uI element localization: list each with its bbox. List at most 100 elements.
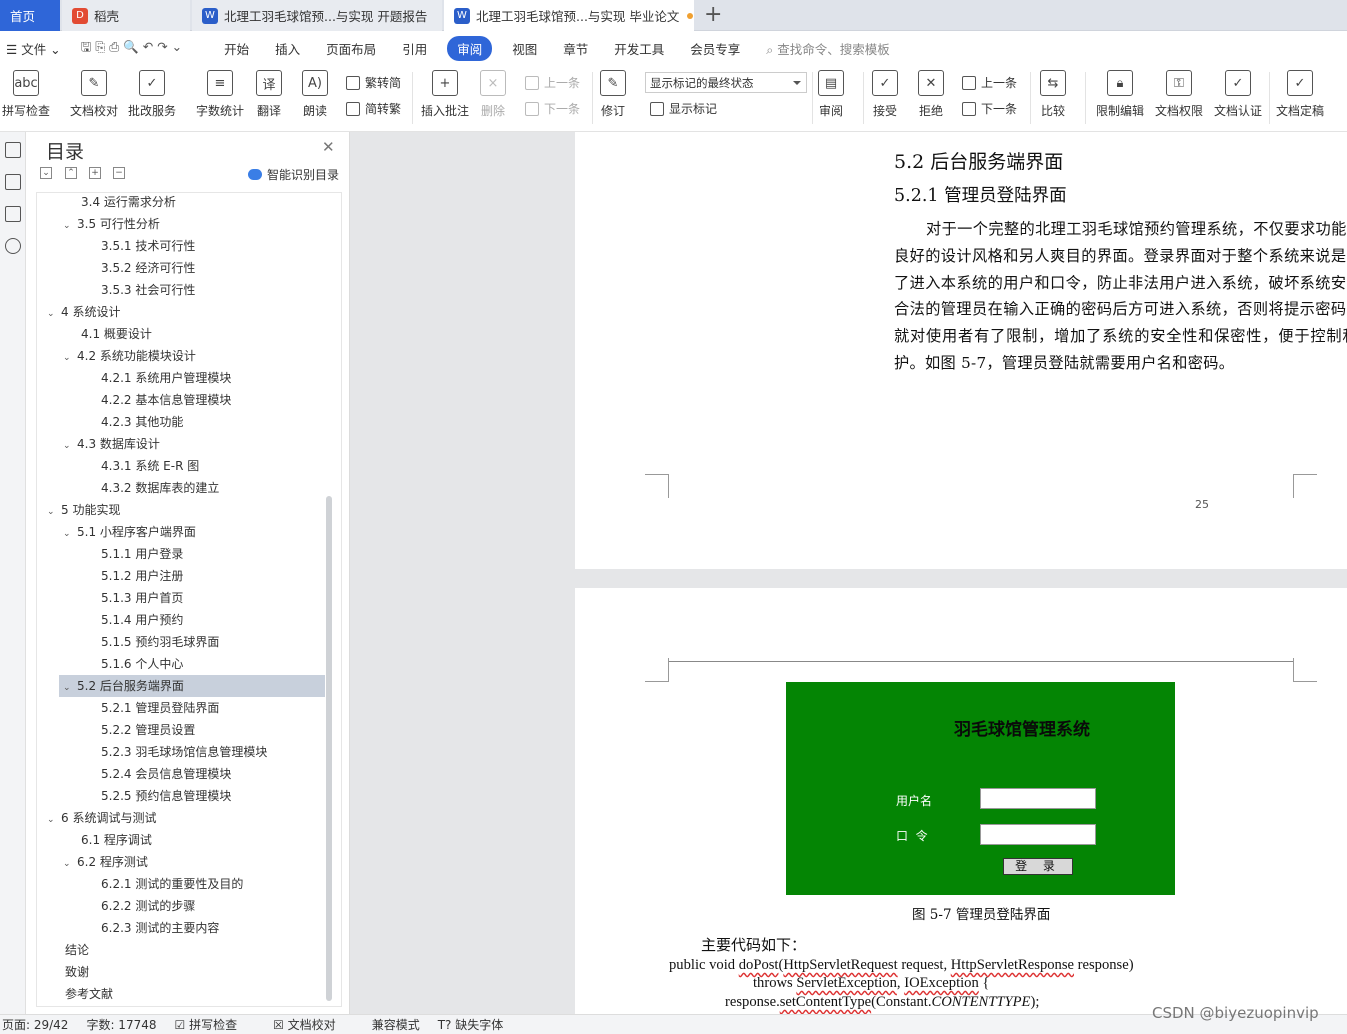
toc-item[interactable]: 参考文献: [37, 983, 327, 1005]
menu-review[interactable]: 审阅: [447, 35, 493, 61]
status-proof[interactable]: ☒ 文档校对: [273, 1016, 354, 1033]
menu-view[interactable]: 视图: [512, 39, 537, 58]
chevron-down-icon[interactable]: ⌄: [63, 215, 77, 237]
show-marks-button[interactable]: 显示标记: [650, 100, 717, 117]
toc-item[interactable]: ⌄ 3.5 可行性分析: [37, 213, 327, 235]
toc-item[interactable]: ⌄ 5 功能实现: [37, 499, 327, 521]
toc-item[interactable]: 5.2.4 会员信息管理模块: [37, 763, 327, 785]
chevron-down-icon[interactable]: ⌄: [47, 303, 61, 325]
next-change-button[interactable]: 下一条: [962, 100, 1017, 117]
tab-proposal-doc[interactable]: W 北理工羽毛球馆预...与实现 开题报告: [192, 0, 442, 31]
trad-to-simp-button[interactable]: 繁转简: [346, 74, 401, 91]
toc-item[interactable]: 5.1.6 个人中心: [37, 653, 327, 675]
menu-developer[interactable]: 开发工具: [614, 39, 664, 58]
finalize-button[interactable]: ✓ 文档定稿: [1276, 70, 1324, 119]
toc-item[interactable]: ⌄ 4.3 数据库设计: [37, 433, 327, 455]
smart-toc-button[interactable]: 智能识别目录: [248, 166, 339, 183]
tab-docer[interactable]: D 稻壳: [62, 0, 190, 31]
tab-home[interactable]: 首页: [0, 0, 60, 31]
prev-comment-button[interactable]: 上一条: [525, 74, 580, 91]
toc-scrollbar[interactable]: [326, 496, 332, 1001]
review-pane-button[interactable]: ▤ 审阅: [818, 70, 844, 119]
menu-member[interactable]: 会员专享: [690, 39, 740, 58]
chevron-down-icon[interactable]: ⌄: [63, 347, 77, 369]
toc-item[interactable]: 5.1.2 用户注册: [37, 565, 327, 587]
toc-item[interactable]: 5.1.1 用户登录: [37, 543, 327, 565]
tab-thesis-doc[interactable]: W 北理工羽毛球馆预...与实现 毕业论文: [444, 0, 694, 31]
toc-item[interactable]: 5.1.5 预约羽毛球界面: [37, 631, 327, 653]
toc-item[interactable]: 5.2.2 管理员设置: [37, 719, 327, 741]
quick-access-icons[interactable]: 🖫 ⎘ ⎙ 🔍 ↶ ↷ ⌄: [81, 38, 182, 59]
expand-up-icon[interactable]: ⌃: [65, 167, 77, 179]
chevron-down-icon[interactable]: ⌄: [63, 677, 77, 699]
remove-heading-icon[interactable]: −: [113, 167, 125, 179]
toc-item[interactable]: ⌄ 4.2 系统功能模块设计: [37, 345, 327, 367]
toc-item[interactable]: 4.3.1 系统 E-R 图: [37, 455, 327, 477]
toc-panel-icon[interactable]: [4, 142, 21, 158]
menu-reference[interactable]: 引用: [402, 39, 427, 58]
toc-item[interactable]: 5.1.4 用户预约: [37, 609, 327, 631]
page-indicator[interactable]: 页面: 29/42: [2, 1016, 68, 1033]
bookmark-icon[interactable]: [4, 206, 21, 222]
toc-item[interactable]: ⌄ 6 系统调试与测试: [37, 807, 327, 829]
toc-item[interactable]: ⌄ 6.2 程序测试: [37, 851, 327, 873]
toc-item[interactable]: ⌄ 5.2 后台服务端界面: [59, 675, 325, 697]
compare-button[interactable]: ⇆ 比较: [1040, 70, 1066, 119]
toc-item[interactable]: 6.1 程序调试: [37, 829, 327, 851]
toc-item[interactable]: 6.2.3 测试的主要内容: [37, 917, 327, 939]
chevron-down-icon[interactable]: ⌄: [47, 809, 61, 831]
collapse-all-icon[interactable]: ⌄: [40, 167, 52, 179]
chevron-down-icon[interactable]: ⌄: [63, 435, 77, 457]
chevron-down-icon[interactable]: ⌄: [63, 853, 77, 875]
markup-display-select[interactable]: 显示标记的最终状态: [645, 72, 807, 93]
doc-rights-button[interactable]: ⚿ 文档权限: [1155, 70, 1203, 119]
word-count-button[interactable]: ≡ 字数统计: [196, 70, 244, 119]
toc-item[interactable]: 4.1 概要设计: [37, 323, 327, 345]
missing-font[interactable]: T? 缺失字体: [438, 1016, 522, 1033]
toc-item[interactable]: 6.2.2 测试的步骤: [37, 895, 327, 917]
toc-item[interactable]: 3.5.2 经济可行性: [37, 257, 327, 279]
restrict-edit-button[interactable]: 🔒︎ 限制编辑: [1096, 70, 1144, 119]
revise-button[interactable]: ✎ 修订: [600, 70, 626, 119]
menu-insert[interactable]: 插入: [275, 39, 300, 58]
toc-item[interactable]: 4.2.3 其他功能: [37, 411, 327, 433]
insert-comment-button[interactable]: + 插入批注: [421, 70, 469, 119]
read-aloud-button[interactable]: A) 朗读: [302, 70, 328, 119]
chevron-down-icon[interactable]: ⌄: [47, 501, 61, 523]
toc-item[interactable]: 5.1.3 用户首页: [37, 587, 327, 609]
next-comment-button[interactable]: 下一条: [525, 100, 580, 117]
toc-item[interactable]: 结论: [37, 939, 327, 961]
toc-item[interactable]: 4.2.1 系统用户管理模块: [37, 367, 327, 389]
menu-start[interactable]: 开始: [224, 39, 249, 58]
close-icon[interactable]: ✕: [322, 138, 335, 156]
toc-item[interactable]: 3.4 运行需求分析: [37, 193, 327, 213]
chevron-down-icon[interactable]: ⌄: [63, 523, 77, 545]
reject-button[interactable]: ✕ 拒绝: [918, 70, 944, 119]
toc-item[interactable]: 4.2.2 基本信息管理模块: [37, 389, 327, 411]
toc-item[interactable]: 4.3.2 数据库表的建立: [37, 477, 327, 499]
word-count[interactable]: 字数: 17748: [86, 1016, 156, 1033]
find-icon[interactable]: [4, 238, 21, 254]
toc-item[interactable]: 3.5.1 技术可行性: [37, 235, 327, 257]
chapter-nav-icon[interactable]: [4, 174, 21, 190]
toc-item[interactable]: 5.2.3 羽毛球场馆信息管理模块: [37, 741, 327, 763]
status-spell-check[interactable]: ☑ 拼写检查: [175, 1016, 256, 1033]
doc-proof-button[interactable]: ✎ 文档校对: [70, 70, 118, 119]
toc-item[interactable]: ⌄ 4 系统设计: [37, 301, 327, 323]
toc-item[interactable]: 6.2.1 测试的重要性及目的: [37, 873, 327, 895]
toc-item[interactable]: 5.2.5 预约信息管理模块: [37, 785, 327, 807]
command-search[interactable]: ⌕ 查找命令、搜索模板: [766, 39, 890, 58]
accept-button[interactable]: ✓ 接受: [872, 70, 898, 119]
spell-check-button[interactable]: abc 拼写检查: [2, 70, 50, 119]
add-heading-icon[interactable]: +: [89, 167, 101, 179]
delete-comment-button[interactable]: × 删除: [480, 70, 506, 119]
toc-item[interactable]: ⌄ 5.1 小程序客户端界面: [37, 521, 327, 543]
prev-change-button[interactable]: 上一条: [962, 74, 1017, 91]
file-menu[interactable]: ☰ 文件 ⌄: [6, 39, 61, 58]
new-tab-plus-icon[interactable]: +: [704, 2, 722, 27]
toc-item[interactable]: 3.5.3 社会可行性: [37, 279, 327, 301]
menu-chapter[interactable]: 章节: [563, 39, 588, 58]
simp-to-trad-button[interactable]: 简转繁: [346, 100, 401, 117]
toc-item[interactable]: 5.2.1 管理员登陆界面: [37, 697, 327, 719]
toc-item[interactable]: 致谢: [37, 961, 327, 983]
